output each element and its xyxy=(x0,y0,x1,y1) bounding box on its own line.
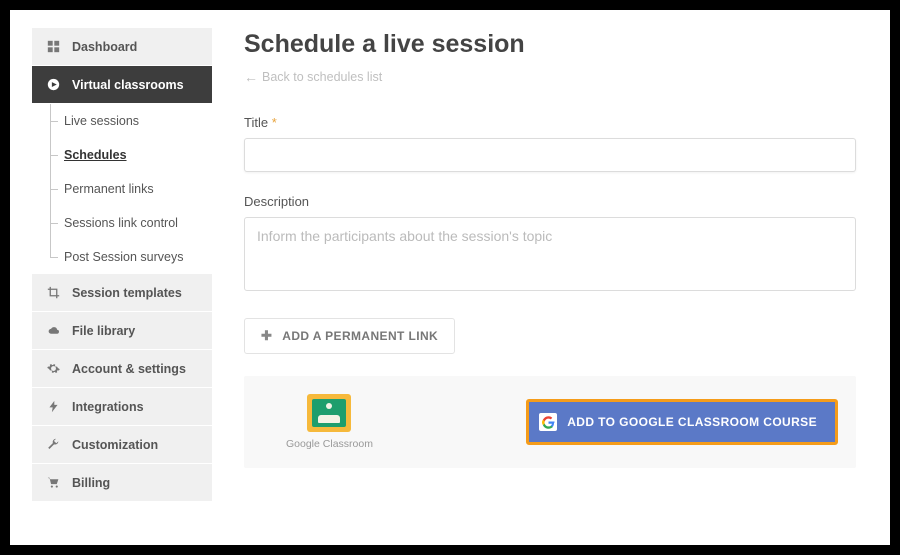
google-classroom-button-highlight: ADD TO GOOGLE CLASSROOM COURSE xyxy=(526,399,838,445)
sidebar-sub-label: Post Session surveys xyxy=(64,250,184,264)
sidebar-sub-label: Live sessions xyxy=(64,114,139,128)
title-field: Title * xyxy=(244,115,856,172)
google-classroom-brand: Google Classroom xyxy=(286,394,373,450)
gear-icon xyxy=(44,362,62,375)
sidebar-item-label: Customization xyxy=(72,438,158,452)
sidebar-item-customization[interactable]: Customization xyxy=(32,426,212,464)
bolt-icon xyxy=(44,400,62,413)
sidebar-item-file-library[interactable]: File library xyxy=(32,312,212,350)
google-g-icon xyxy=(539,413,557,431)
add-permanent-link-button[interactable]: ✚ ADD A PERMANENT LINK xyxy=(244,318,455,354)
sidebar-sub-post-session-surveys[interactable]: Post Session surveys xyxy=(50,240,212,274)
sidebar-item-session-templates[interactable]: Session templates xyxy=(32,274,212,312)
sidebar-item-billing[interactable]: Billing xyxy=(32,464,212,502)
add-to-google-classroom-label: ADD TO GOOGLE CLASSROOM COURSE xyxy=(567,415,817,429)
title-input[interactable] xyxy=(244,138,856,172)
required-mark: * xyxy=(272,115,277,130)
sidebar-sub-schedules[interactable]: Schedules xyxy=(50,138,212,172)
google-classroom-caption: Google Classroom xyxy=(286,438,373,450)
sidebar-item-label: Billing xyxy=(72,476,110,490)
play-circle-icon xyxy=(44,78,62,91)
google-classroom-panel: Google Classroom ADD TO GOOGLE CLASSROOM… xyxy=(244,376,856,468)
sidebar-sub-live-sessions[interactable]: Live sessions xyxy=(50,104,212,138)
sidebar-item-integrations[interactable]: Integrations xyxy=(32,388,212,426)
plus-icon: ✚ xyxy=(261,328,272,344)
sidebar-sub-label: Permanent links xyxy=(64,182,154,196)
sidebar-item-label: Dashboard xyxy=(72,40,137,54)
sidebar-subnav-virtual: Live sessions Schedules Permanent links … xyxy=(32,104,212,274)
title-label-text: Title xyxy=(244,115,268,130)
sidebar-item-account-settings[interactable]: Account & settings xyxy=(32,350,212,388)
description-input[interactable] xyxy=(244,217,856,291)
sidebar-sub-permanent-links[interactable]: Permanent links xyxy=(50,172,212,206)
sidebar: Dashboard Virtual classrooms Live sessio… xyxy=(32,28,212,545)
main-content: Schedule a live session ← Back to schedu… xyxy=(212,28,868,545)
page-title: Schedule a live session xyxy=(244,30,856,59)
description-field: Description xyxy=(244,194,856,296)
sidebar-item-label: Account & settings xyxy=(72,362,186,376)
google-classroom-logo-icon xyxy=(307,394,351,432)
arrow-left-icon: ← xyxy=(244,69,258,85)
title-label: Title * xyxy=(244,115,856,130)
crop-icon xyxy=(44,286,62,299)
sidebar-item-label: File library xyxy=(72,324,135,338)
dashboard-icon xyxy=(44,40,62,53)
back-link-label: Back to schedules list xyxy=(262,70,382,84)
cloud-icon xyxy=(44,324,62,337)
sidebar-item-label: Virtual classrooms xyxy=(72,78,184,92)
sidebar-sub-sessions-link-control[interactable]: Sessions link control xyxy=(50,206,212,240)
sidebar-item-dashboard[interactable]: Dashboard xyxy=(32,28,212,66)
description-label: Description xyxy=(244,194,856,209)
add-permanent-link-label: ADD A PERMANENT LINK xyxy=(282,329,438,343)
add-to-google-classroom-button[interactable]: ADD TO GOOGLE CLASSROOM COURSE xyxy=(529,402,835,442)
sidebar-item-label: Integrations xyxy=(72,400,144,414)
back-to-schedules-link[interactable]: ← Back to schedules list xyxy=(244,69,382,85)
sidebar-item-label: Session templates xyxy=(72,286,182,300)
sidebar-sub-label: Schedules xyxy=(64,148,127,162)
sidebar-sub-label: Sessions link control xyxy=(64,216,178,230)
cart-icon xyxy=(44,476,62,489)
wrench-icon xyxy=(44,438,62,451)
sidebar-item-virtual-classrooms[interactable]: Virtual classrooms xyxy=(32,66,212,104)
